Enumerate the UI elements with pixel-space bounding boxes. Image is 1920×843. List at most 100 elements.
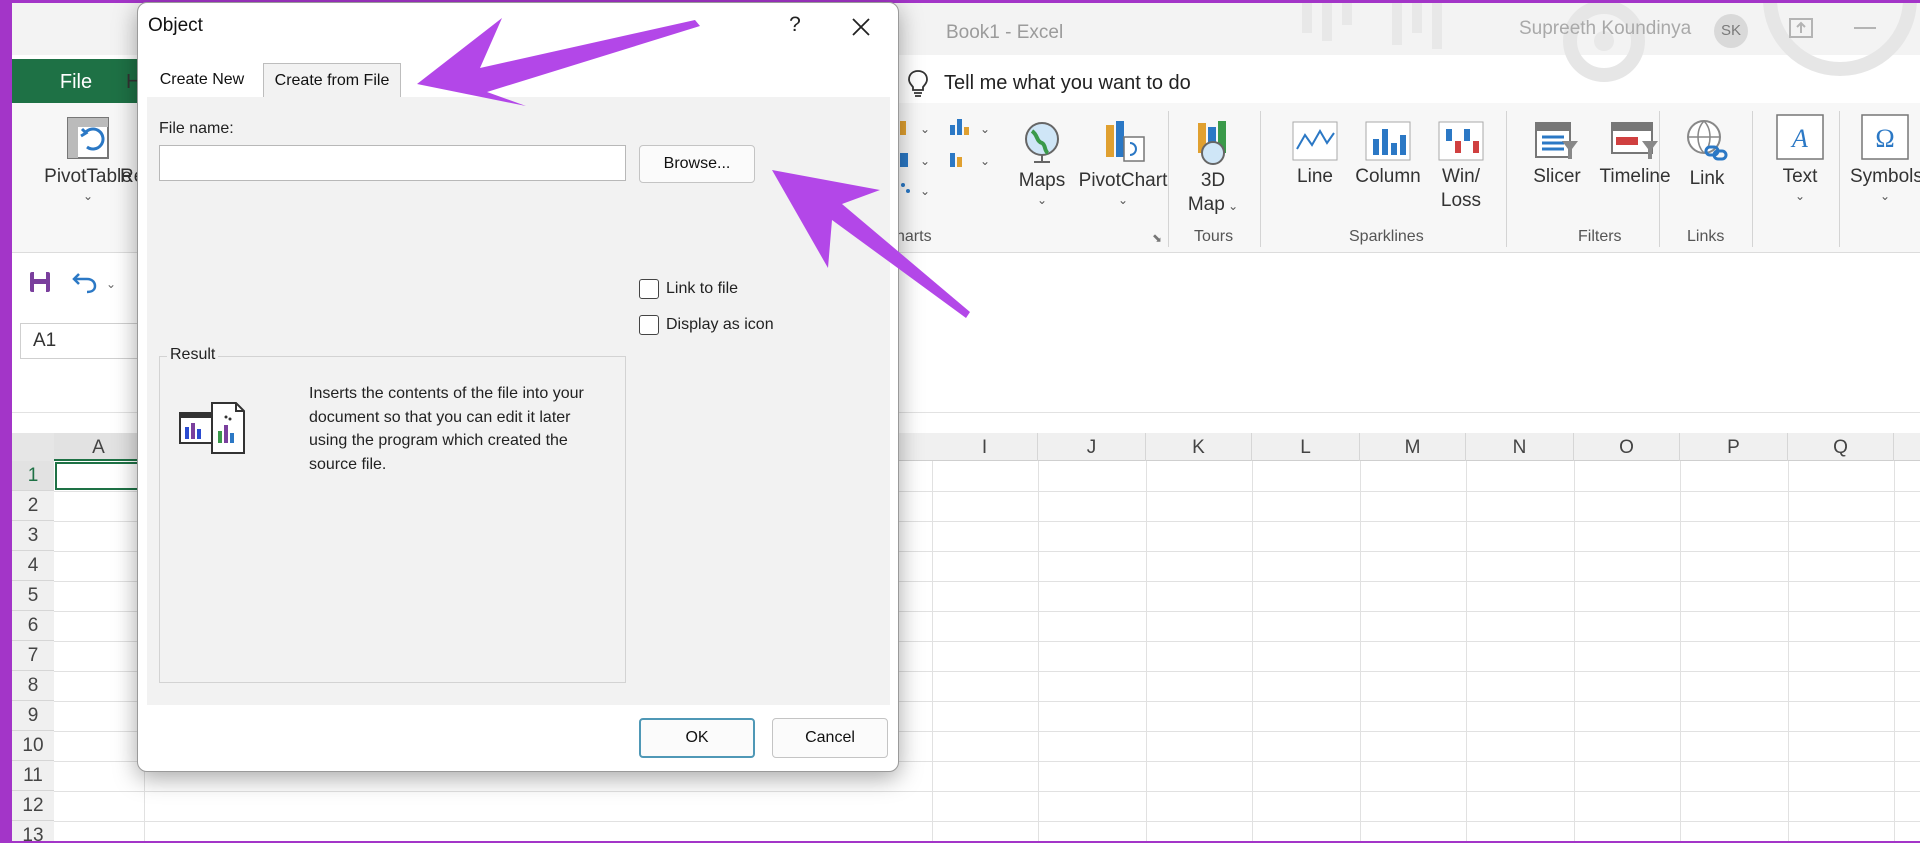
timeline-icon	[1611, 122, 1658, 159]
result-groupbox: Result Inserts the contents of the file …	[159, 346, 626, 683]
file-name-input[interactable]	[159, 145, 626, 181]
close-icon[interactable]	[851, 17, 871, 37]
column-header-o[interactable]: O	[1574, 433, 1680, 461]
text-button[interactable]: A Text ⌄	[1764, 113, 1836, 203]
chevron-down-icon: ⌄	[1117, 193, 1129, 207]
chevron-down-icon: ⌄	[1036, 193, 1048, 207]
result-label: Result	[167, 346, 219, 364]
user-name[interactable]: Supreeth Koundinya	[1519, 18, 1691, 40]
tab-file[interactable]: File	[12, 59, 140, 105]
grid-line	[1574, 461, 1575, 841]
tab-create-new[interactable]: Create New	[150, 63, 254, 97]
column-header-a[interactable]: A	[54, 433, 144, 461]
sparkline-line-icon	[1292, 121, 1338, 161]
3d-map-label-line2: Map	[1187, 194, 1225, 215]
timeline-button[interactable]: Timeline	[1592, 121, 1678, 189]
grid-line	[54, 791, 1920, 792]
link-to-file-checkbox[interactable]	[639, 279, 659, 299]
link-button[interactable]: Link	[1677, 117, 1737, 191]
column-header-l[interactable]: L	[1252, 433, 1360, 461]
sparkline-column-button[interactable]: Column	[1350, 121, 1426, 189]
symbols-label: Symbols	[1850, 166, 1920, 187]
row-header-13[interactable]: 13	[12, 821, 54, 841]
group-separator	[1839, 111, 1840, 247]
dialog-title: Object	[148, 15, 203, 36]
link-icon	[1687, 120, 1728, 161]
chevron-down-icon: ⌄	[1879, 189, 1891, 203]
selected-cell-a1[interactable]	[55, 462, 143, 490]
chevron-down-icon: ⌄	[1224, 199, 1239, 213]
ribbon-display-options-icon[interactable]	[1788, 16, 1814, 40]
row-header-7[interactable]: 7	[12, 641, 54, 671]
row-header-3[interactable]: 3	[12, 521, 54, 551]
result-description: Inserts the contents of the file into yo…	[309, 385, 584, 473]
maps-button[interactable]: Maps ⌄	[1007, 119, 1077, 207]
row-header-12[interactable]: 12	[12, 791, 54, 821]
svg-text:⌄: ⌄	[980, 122, 990, 136]
column-header-j[interactable]: J	[1038, 433, 1146, 461]
display-as-icon-label[interactable]: Display as icon	[666, 316, 774, 334]
svg-text:⌄: ⌄	[920, 184, 930, 197]
minimize-icon[interactable]	[1854, 27, 1876, 29]
grid-line	[1360, 461, 1361, 841]
text-box-icon: A	[1776, 114, 1824, 160]
column-header-m[interactable]: M	[1360, 433, 1466, 461]
text-label: Text	[1782, 166, 1818, 187]
column-header-q[interactable]: Q	[1788, 433, 1894, 461]
pivotchart-icon	[1106, 121, 1145, 162]
slicer-button[interactable]: Slicer	[1522, 121, 1592, 189]
symbols-button[interactable]: Ω Symbols ⌄	[1850, 113, 1920, 203]
svg-text:Ω: Ω	[1875, 124, 1894, 153]
save-icon[interactable]	[28, 270, 52, 294]
grid-line	[54, 821, 1920, 822]
row-header-6[interactable]: 6	[12, 611, 54, 641]
sparkline-line-button[interactable]: Line	[1280, 121, 1350, 189]
sparkline-column-icon	[1365, 121, 1411, 161]
3d-map-button[interactable]: 3D Map ⌄	[1178, 119, 1248, 218]
column-header-p[interactable]: P	[1680, 433, 1788, 461]
column-header-i[interactable]: I	[932, 433, 1038, 461]
object-dialog: Object ? Create New Create from File Fil…	[137, 2, 899, 772]
name-box[interactable]: A1	[20, 323, 150, 359]
sparkline-winloss-button[interactable]: Win/ Loss	[1426, 121, 1496, 213]
group-separator	[1260, 111, 1261, 247]
select-all-corner[interactable]	[12, 433, 54, 461]
link-label: Link	[1689, 168, 1725, 189]
chevron-down-icon[interactable]: ⌄	[106, 277, 116, 291]
row-header-1[interactable]: 1	[12, 461, 54, 491]
sparkline-winloss-icon	[1438, 121, 1484, 161]
maps-label: Maps	[1018, 170, 1066, 191]
ok-button[interactable]: OK	[639, 718, 755, 758]
group-label-tours: Tours	[1194, 228, 1234, 245]
row-header-4[interactable]: 4	[12, 551, 54, 581]
pivotchart-button[interactable]: PivotChart ⌄	[1078, 119, 1168, 207]
chart-type-icons[interactable]: ⌄ ⌄ ⌄ ⌄ ⌄	[900, 117, 1010, 197]
tell-me-text: Tell me what you want to do	[944, 72, 1191, 94]
lightbulb-icon	[908, 70, 928, 97]
link-to-file-label[interactable]: Link to file	[666, 280, 738, 298]
undo-icon[interactable]	[71, 270, 99, 294]
help-button[interactable]: ?	[783, 13, 807, 37]
row-header-2[interactable]: 2	[12, 491, 54, 521]
grid-line	[1146, 461, 1147, 841]
avatar[interactable]: SK	[1714, 14, 1748, 48]
pivottable-button[interactable]: PivotTable ⌄	[28, 115, 148, 203]
cancel-button[interactable]: Cancel	[772, 718, 888, 758]
winloss-label-line2: Loss	[1440, 190, 1482, 211]
display-as-icon-checkbox[interactable]	[639, 315, 659, 335]
column-header-k[interactable]: K	[1146, 433, 1252, 461]
svg-text:⌄: ⌄	[980, 154, 990, 168]
chevron-down-icon: ⌄	[82, 189, 94, 203]
row-header-5[interactable]: 5	[12, 581, 54, 611]
row-header-8[interactable]: 8	[12, 671, 54, 701]
row-header-11[interactable]: 11	[12, 761, 54, 791]
row-header-10[interactable]: 10	[12, 731, 54, 761]
dialog-launcher-icon[interactable]: ⬊	[1152, 231, 1162, 245]
browse-button[interactable]: Browse...	[639, 145, 755, 183]
svg-text:⌄: ⌄	[920, 122, 930, 136]
grid-line	[1466, 461, 1467, 841]
tab-create-from-file[interactable]: Create from File	[263, 63, 401, 97]
row-header-9[interactable]: 9	[12, 701, 54, 731]
winloss-label-line1: Win/	[1442, 166, 1480, 187]
column-header-n[interactable]: N	[1466, 433, 1574, 461]
